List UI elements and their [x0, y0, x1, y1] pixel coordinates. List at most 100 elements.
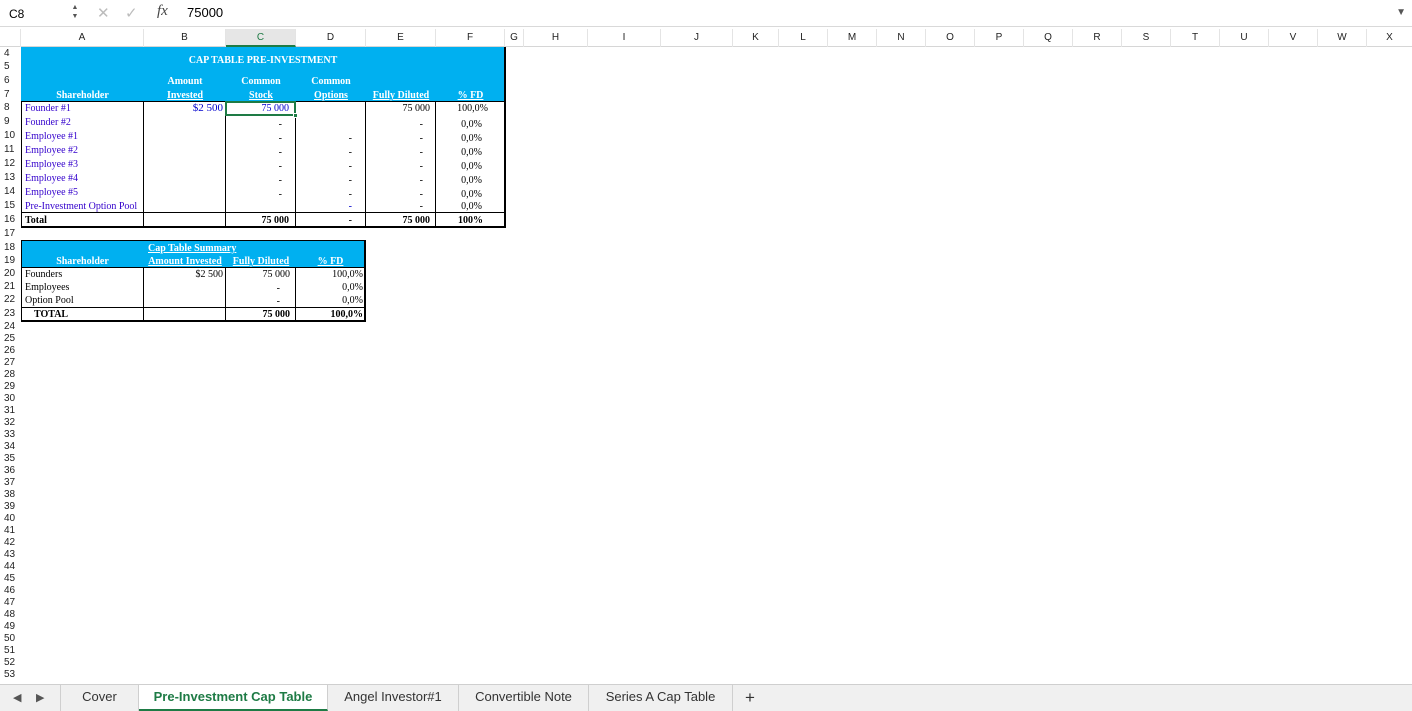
- row-header[interactable]: 48: [0, 609, 20, 621]
- row-header[interactable]: 49: [0, 621, 20, 633]
- column-header-e[interactable]: E: [366, 29, 436, 47]
- name-box-stepper-icon[interactable]: ▲ ▼: [69, 3, 81, 23]
- column-header-c[interactable]: C: [226, 29, 296, 47]
- row-header[interactable]: 28: [0, 369, 20, 381]
- common-options[interactable]: -: [296, 174, 366, 187]
- pct-fd[interactable]: 0,0%: [436, 132, 505, 145]
- column-header-q[interactable]: Q: [1024, 29, 1073, 47]
- row-header[interactable]: 31: [0, 405, 20, 417]
- column-header-m[interactable]: M: [828, 29, 877, 47]
- row-header[interactable]: 15: [0, 200, 20, 212]
- fully-diluted[interactable]: 75 000: [366, 102, 436, 115]
- summary-shareholder[interactable]: Employees: [22, 281, 144, 294]
- add-sheet-button[interactable]: +: [745, 688, 755, 708]
- row-header[interactable]: 20: [0, 268, 20, 280]
- row-header[interactable]: 19: [0, 255, 20, 267]
- column-header-b[interactable]: B: [144, 29, 226, 47]
- column-header-w[interactable]: W: [1318, 29, 1367, 47]
- row-header[interactable]: 36: [0, 465, 20, 477]
- shareholder-name[interactable]: Employee #4: [22, 172, 144, 185]
- row-header[interactable]: 32: [0, 417, 20, 429]
- column-header-p[interactable]: P: [975, 29, 1024, 47]
- fully-diluted[interactable]: -: [366, 174, 436, 187]
- row-header[interactable]: 9: [0, 116, 20, 128]
- pct-fd[interactable]: 0,0%: [436, 118, 505, 131]
- row-header[interactable]: 24: [0, 321, 20, 333]
- column-header-f[interactable]: F: [436, 29, 505, 47]
- row-header[interactable]: 6: [0, 75, 20, 87]
- tab-angel-investor-1[interactable]: Angel Investor#1: [328, 685, 459, 711]
- row-header[interactable]: 18: [0, 242, 20, 254]
- column-header-a[interactable]: A: [21, 29, 144, 47]
- pct-fd[interactable]: 100,0%: [436, 102, 505, 115]
- row-header[interactable]: 17: [0, 228, 20, 240]
- shareholder-name[interactable]: Founder #2: [22, 116, 144, 129]
- row-header[interactable]: 12: [0, 158, 20, 170]
- shareholder-name[interactable]: Founder #1: [22, 102, 144, 115]
- shareholder-name[interactable]: Employee #3: [22, 158, 144, 171]
- fx-icon[interactable]: fx: [157, 3, 168, 20]
- row-header[interactable]: 21: [0, 281, 20, 293]
- summary-pct-fd[interactable]: 0,0%: [296, 281, 365, 294]
- next-sheet-icon[interactable]: ▶: [36, 691, 44, 704]
- row-header[interactable]: 16: [0, 214, 20, 226]
- summary-amount[interactable]: $2 500: [144, 268, 226, 281]
- row-header[interactable]: 51: [0, 645, 20, 657]
- corner-select-all[interactable]: [0, 29, 21, 47]
- shareholder-name[interactable]: Employee #1: [22, 130, 144, 143]
- column-header-h[interactable]: H: [524, 29, 588, 47]
- amount-invested[interactable]: $2 500: [144, 102, 226, 115]
- fully-diluted[interactable]: -: [366, 146, 436, 159]
- common-options[interactable]: -: [296, 160, 366, 173]
- row-header[interactable]: 38: [0, 489, 20, 501]
- column-header-t[interactable]: T: [1171, 29, 1220, 47]
- column-header-l[interactable]: L: [779, 29, 828, 47]
- common-options[interactable]: -: [296, 132, 366, 145]
- column-header-o[interactable]: O: [926, 29, 975, 47]
- row-header[interactable]: 7: [0, 89, 20, 101]
- row-header[interactable]: 26: [0, 345, 20, 357]
- shareholder-name[interactable]: Employee #2: [22, 144, 144, 157]
- fill-handle[interactable]: [293, 113, 298, 118]
- row-header[interactable]: 52: [0, 657, 20, 669]
- prev-sheet-icon[interactable]: ◀: [13, 691, 21, 704]
- shareholder-name[interactable]: Employee #5: [22, 186, 144, 199]
- row-header[interactable]: 46: [0, 585, 20, 597]
- pct-fd[interactable]: 0,0%: [436, 174, 505, 187]
- summary-pct-fd[interactable]: 0,0%: [296, 294, 365, 307]
- pct-fd[interactable]: 0,0%: [436, 146, 505, 159]
- row-header[interactable]: 41: [0, 525, 20, 537]
- column-header-v[interactable]: V: [1269, 29, 1318, 47]
- column-header-s[interactable]: S: [1122, 29, 1171, 47]
- expand-formula-bar-icon[interactable]: ▼: [1396, 7, 1406, 18]
- common-stock[interactable]: -: [226, 188, 296, 201]
- row-header[interactable]: 33: [0, 429, 20, 441]
- row-header[interactable]: 25: [0, 333, 20, 345]
- row-header[interactable]: 53: [0, 669, 20, 681]
- row-header[interactable]: 34: [0, 441, 20, 453]
- common-options[interactable]: -: [296, 146, 366, 159]
- common-stock[interactable]: -: [226, 146, 296, 159]
- common-stock[interactable]: -: [226, 160, 296, 173]
- tab-pre-investment-cap-table[interactable]: Pre-Investment Cap Table: [139, 685, 328, 711]
- row-header[interactable]: 39: [0, 501, 20, 513]
- summary-fully-diluted[interactable]: -: [226, 282, 296, 295]
- row-header[interactable]: 27: [0, 357, 20, 369]
- pct-fd[interactable]: 0,0%: [436, 160, 505, 173]
- summary-pct-fd[interactable]: 100,0%: [296, 268, 365, 281]
- row-header[interactable]: 23: [0, 308, 20, 320]
- column-header-i[interactable]: I: [588, 29, 661, 47]
- common-stock[interactable]: -: [226, 174, 296, 187]
- confirm-icon[interactable]: ✓: [125, 4, 138, 22]
- row-header[interactable]: 14: [0, 186, 20, 198]
- row-header[interactable]: 5: [0, 61, 20, 73]
- common-stock[interactable]: -: [226, 118, 296, 131]
- common-stock[interactable]: -: [226, 132, 296, 145]
- row-header[interactable]: 44: [0, 561, 20, 573]
- fully-diluted[interactable]: -: [366, 132, 436, 145]
- column-header-x[interactable]: X: [1367, 29, 1412, 47]
- row-header[interactable]: 47: [0, 597, 20, 609]
- row-header[interactable]: 29: [0, 381, 20, 393]
- row-header[interactable]: 10: [0, 130, 20, 142]
- row-header[interactable]: 43: [0, 549, 20, 561]
